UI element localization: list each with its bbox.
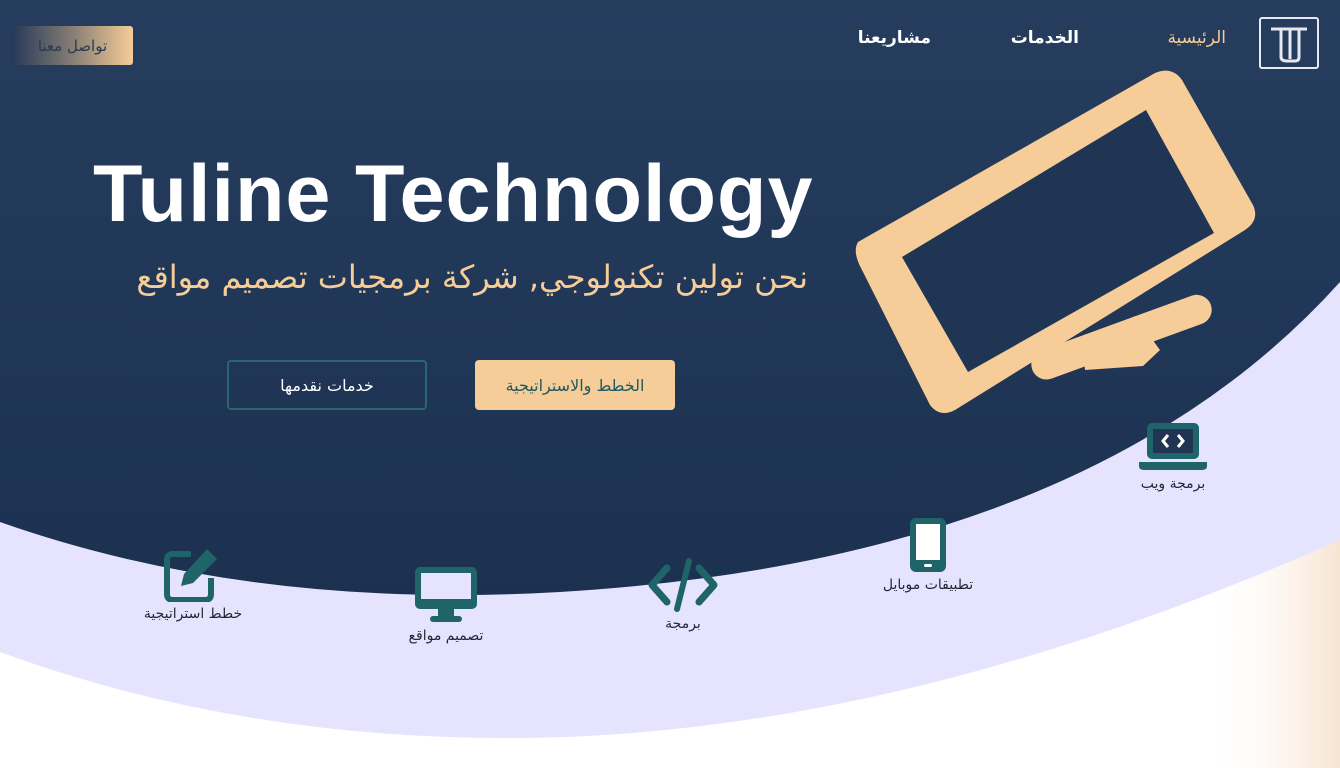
service-label: تصميم مواقع [408,628,484,644]
service-mobile-apps[interactable]: تطبيقات موبايل [868,517,988,593]
nav-services[interactable]: الخدمات [1011,28,1079,48]
service-web-programming[interactable]: برمجة ويب [1118,422,1228,492]
contact-button[interactable]: تواصل معنا [12,26,133,65]
edit-icon [164,549,217,602]
laptop-code-icon [1139,423,1207,470]
services-button[interactable]: خدمات نقدمها [227,360,427,410]
mobile-icon [910,518,946,572]
nav-projects[interactable]: مشاريعنا [858,28,931,48]
desktop-icon [415,567,477,622]
code-icon [648,558,718,612]
service-label: تطبيقات موبايل [882,577,974,593]
hero-subtitle: نحن تولين تكنولوجي, شركة برمجيات تصميم م… [136,258,808,296]
service-label: خطط استراتيجية [143,606,243,622]
service-label: برمجة ويب [1140,476,1206,492]
service-programming[interactable]: برمجة [638,558,728,632]
nav-home[interactable]: الرئيسية [1167,28,1226,48]
service-web-design[interactable]: تصميم مواقع [396,566,496,644]
logo[interactable] [1259,17,1319,69]
service-strategy-plans[interactable]: خطط استراتيجية [140,546,246,622]
logo-mark-icon [1271,27,1307,63]
strategy-button[interactable]: الخطط والاستراتيجية [475,360,675,410]
service-label: برمجة [665,616,701,632]
hero-title: Tuline Technology [93,149,814,239]
